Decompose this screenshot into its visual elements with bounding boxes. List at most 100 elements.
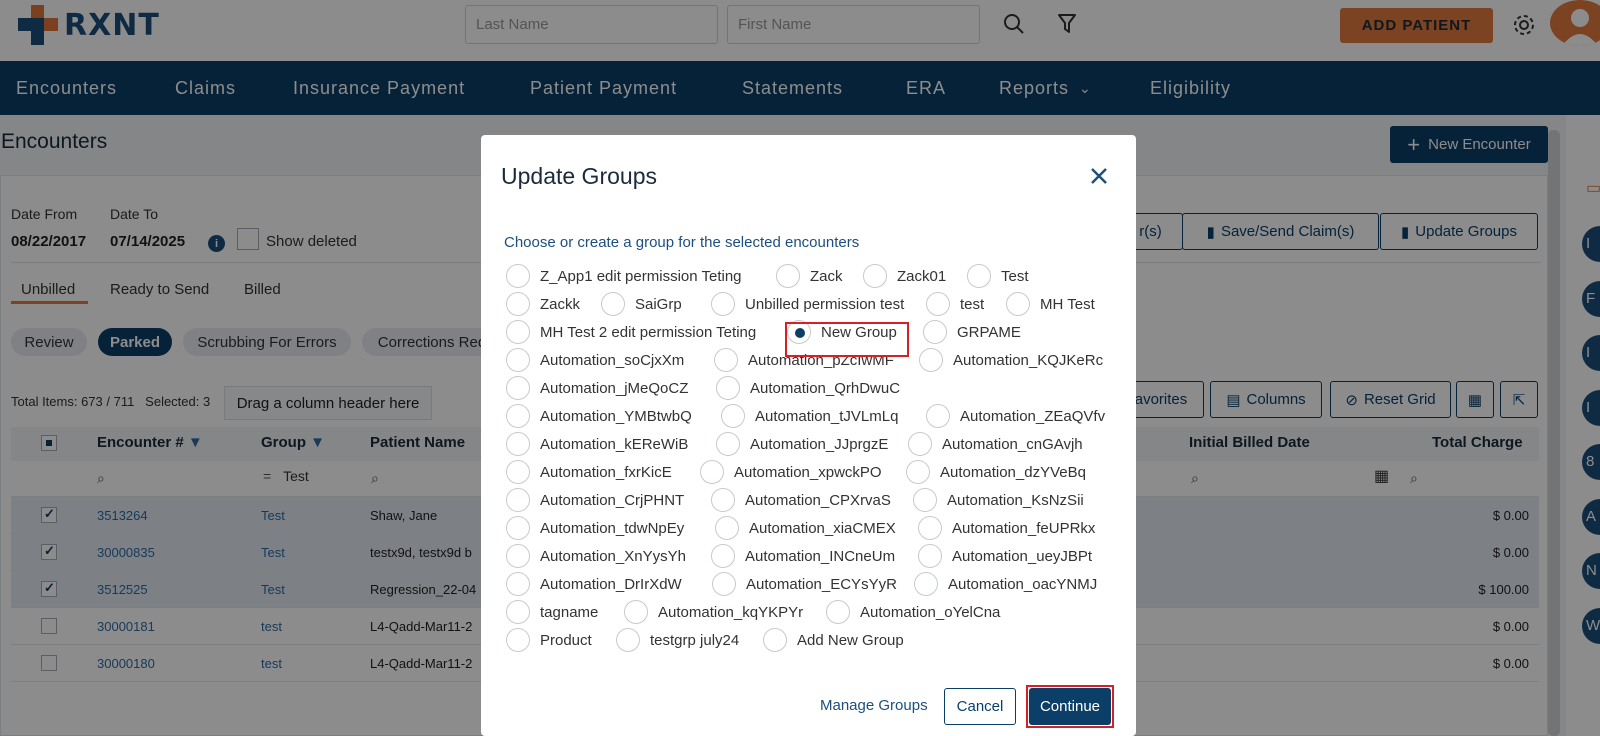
group-option-label: Automation_ueyJBPt: [952, 547, 1093, 565]
group-option[interactable]: SaiGrp: [601, 291, 682, 317]
cancel-button[interactable]: Cancel: [944, 688, 1016, 725]
radio-button[interactable]: [714, 348, 738, 372]
radio-button[interactable]: [616, 628, 640, 652]
radio-button[interactable]: [913, 488, 937, 512]
radio-button[interactable]: [601, 292, 625, 316]
continue-button[interactable]: Continue: [1029, 688, 1111, 725]
group-option[interactable]: Automation_kqYKPYr: [624, 599, 803, 625]
radio-button[interactable]: [906, 460, 930, 484]
group-option[interactable]: Automation_dzYVeBq: [906, 459, 1086, 485]
radio-button[interactable]: [711, 292, 735, 316]
radio-button[interactable]: [967, 264, 991, 288]
group-option-label: Automation_fxrKicE: [540, 463, 672, 481]
group-option[interactable]: Automation_QrhDwuC: [716, 375, 900, 401]
group-option[interactable]: Automation_oacYNMJ: [914, 571, 1097, 597]
manage-groups-link[interactable]: Manage Groups: [820, 697, 928, 714]
group-option[interactable]: Automation_YMBtwbQ: [506, 403, 692, 429]
radio-button[interactable]: [721, 404, 745, 428]
radio-button[interactable]: [716, 376, 740, 400]
group-option[interactable]: Automation_xpwckPO: [700, 459, 882, 485]
radio-button[interactable]: [919, 348, 943, 372]
group-option[interactable]: Automation_cnGAvjh: [908, 431, 1083, 457]
group-option-label: Automation_xpwckPO: [734, 463, 882, 481]
group-option-label: Unbilled permission test: [745, 295, 905, 313]
radio-button[interactable]: [506, 264, 530, 288]
radio-button[interactable]: [908, 432, 932, 456]
group-option-label: MH Test 2 edit permission Teting: [540, 323, 757, 341]
radio-button[interactable]: [826, 600, 850, 624]
group-option[interactable]: GRPAME: [923, 319, 1021, 345]
radio-button[interactable]: [926, 404, 950, 428]
radio-button[interactable]: [506, 404, 530, 428]
radio-button[interactable]: [716, 432, 740, 456]
radio-button[interactable]: [506, 376, 530, 400]
group-option[interactable]: MH Test 2 edit permission Teting: [506, 319, 756, 345]
radio-button[interactable]: [763, 628, 787, 652]
group-option[interactable]: Automation_CPXrvaS: [711, 487, 891, 513]
radio-button[interactable]: [506, 628, 530, 652]
radio-button[interactable]: [918, 516, 942, 540]
group-option[interactable]: Zack01: [863, 263, 946, 289]
group-option[interactable]: Test: [967, 263, 1029, 289]
group-option[interactable]: Automation_KQJKeRc: [919, 347, 1103, 373]
group-option[interactable]: Automation_tJVLmLq: [721, 403, 898, 429]
group-option[interactable]: Automation_xiaCMEX: [715, 515, 896, 541]
group-option[interactable]: Automation_ECYsYyR: [712, 571, 897, 597]
group-option[interactable]: Automation_feUPRkx: [918, 515, 1095, 541]
radio-button[interactable]: [506, 460, 530, 484]
group-option[interactable]: MH Test: [1006, 291, 1095, 317]
radio-button[interactable]: [506, 516, 530, 540]
group-option[interactable]: Automation_CrjPHNT: [506, 487, 684, 513]
group-option[interactable]: Z_App1 edit permission Teting: [506, 263, 742, 289]
group-option[interactable]: Add New Group: [763, 627, 904, 653]
group-option[interactable]: testgrp july24: [616, 627, 739, 653]
radio-button[interactable]: [776, 264, 800, 288]
group-option-label: Test: [1001, 267, 1029, 285]
radio-button[interactable]: [711, 488, 735, 512]
group-option[interactable]: Automation_jMeQoCZ: [506, 375, 688, 401]
group-option[interactable]: Automation_ZEaQVfv: [926, 403, 1105, 429]
group-option[interactable]: Automation_soCjxXm: [506, 347, 684, 373]
radio-button[interactable]: [506, 600, 530, 624]
radio-button[interactable]: [711, 544, 735, 568]
radio-button[interactable]: [1006, 292, 1030, 316]
radio-button[interactable]: [863, 264, 887, 288]
radio-button[interactable]: [506, 320, 530, 344]
radio-button[interactable]: [506, 488, 530, 512]
radio-button[interactable]: [506, 348, 530, 372]
group-option[interactable]: Unbilled permission test: [711, 291, 904, 317]
group-option-label: Add New Group: [797, 631, 904, 649]
radio-button[interactable]: [506, 432, 530, 456]
group-option[interactable]: Automation_KsNzSii: [913, 487, 1084, 513]
group-option[interactable]: Automation_ueyJBPt: [918, 543, 1092, 569]
group-option[interactable]: Product: [506, 627, 592, 653]
radio-button[interactable]: [624, 600, 648, 624]
radio-button[interactable]: [506, 544, 530, 568]
group-option[interactable]: Automation_JJprgzE: [716, 431, 888, 457]
radio-button[interactable]: [926, 292, 950, 316]
group-option-label: tagname: [540, 603, 599, 621]
radio-button[interactable]: [918, 544, 942, 568]
group-option[interactable]: Automation_fxrKicE: [506, 459, 672, 485]
radio-button[interactable]: [715, 516, 739, 540]
group-option[interactable]: Zack: [776, 263, 843, 289]
group-option-label: MH Test: [1040, 295, 1095, 313]
group-option[interactable]: Automation_INCneUm: [711, 543, 895, 569]
group-option-label: testgrp july24: [650, 631, 740, 649]
group-option[interactable]: Automation_oYelCna: [826, 599, 1000, 625]
radio-button[interactable]: [506, 572, 530, 596]
radio-button[interactable]: [712, 572, 736, 596]
group-option[interactable]: tagname: [506, 599, 598, 625]
radio-button[interactable]: [914, 572, 938, 596]
group-option-label: Zack: [810, 267, 843, 285]
group-option[interactable]: test: [926, 291, 984, 317]
group-option[interactable]: Automation_tdwNpEy: [506, 515, 684, 541]
group-option[interactable]: Automation_XnYysYh: [506, 543, 686, 569]
group-option[interactable]: Automation_kEReWiB: [506, 431, 688, 457]
group-option[interactable]: Zackk: [506, 291, 580, 317]
close-icon[interactable]: [1088, 165, 1110, 187]
radio-button[interactable]: [700, 460, 724, 484]
radio-button[interactable]: [506, 292, 530, 316]
radio-button[interactable]: [923, 320, 947, 344]
group-option[interactable]: Automation_DrIrXdW: [506, 571, 682, 597]
